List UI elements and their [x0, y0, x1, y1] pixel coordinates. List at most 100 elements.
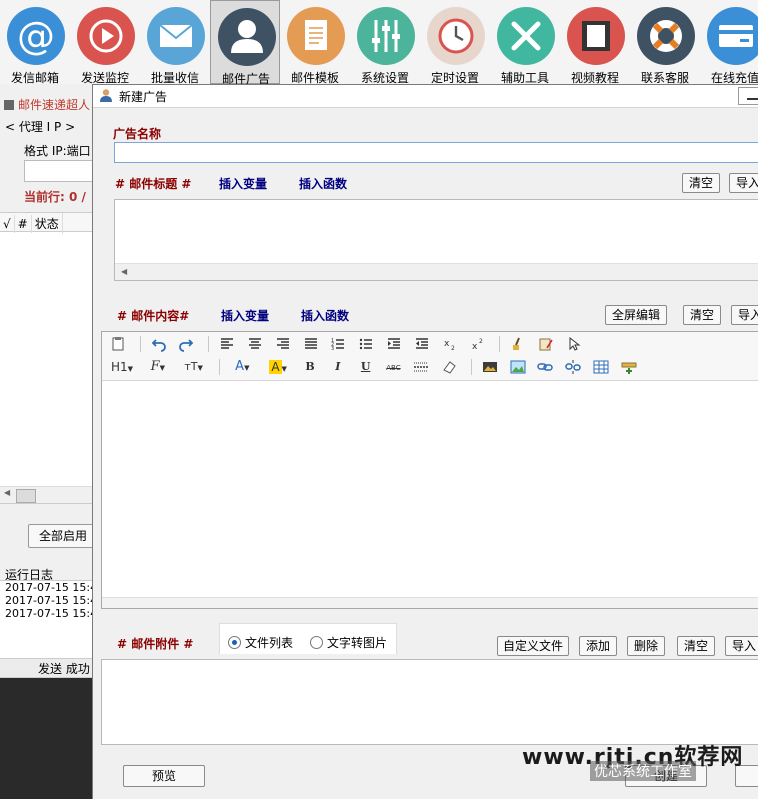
file-list-radio[interactable]: 文件列表: [228, 634, 293, 651]
new-ad-dialog: 新建广告 广告名称 # 邮件标题 # 插入变量 插入函数 清空 导入 ◀ # 邮…: [92, 84, 758, 799]
toolbar-label: 批量收信: [150, 71, 199, 85]
proxy-input[interactable]: [24, 160, 92, 182]
horizontal-rule-icon[interactable]: [411, 357, 431, 377]
paste-icon[interactable]: [108, 334, 128, 354]
heading-label: H1: [110, 360, 128, 374]
user-icon: [100, 89, 112, 102]
log-line: 2017-07-15 15:46: [5, 594, 92, 607]
eraser-icon[interactable]: [439, 357, 459, 377]
text-to-image-radio[interactable]: 文字转图片: [310, 634, 387, 651]
attachment-clear-button[interactable]: 清空: [677, 636, 715, 656]
toolbar-item-at-sign[interactable]: @ 发信邮箱: [0, 0, 70, 84]
sliders-icon: [356, 6, 416, 66]
attachment-add-button[interactable]: 添加: [579, 636, 617, 656]
editor-statusbar: [102, 597, 758, 608]
toolbar-item-sliders[interactable]: 系统设置: [350, 0, 420, 84]
scroll-left-arrow-icon[interactable]: ◀: [121, 267, 127, 276]
font-size-dropdown[interactable]: тT▼: [180, 357, 208, 377]
toolbar-item-lifebuoy[interactable]: 联系客服: [630, 0, 700, 84]
insert-table-icon[interactable]: [591, 357, 611, 377]
outdent-icon[interactable]: [412, 334, 432, 354]
align-center-icon[interactable]: [245, 334, 265, 354]
underline-button[interactable]: U: [356, 357, 376, 377]
toolbar-item-card[interactable]: 在线充值: [700, 0, 758, 84]
grid-col-check[interactable]: √: [0, 215, 15, 233]
toolbar-item-envelope[interactable]: 批量收信: [140, 0, 210, 84]
proxy-format-label: 格式 IP:端口: [24, 144, 91, 158]
toolbar-item-clock[interactable]: 定时设置: [420, 0, 490, 84]
content-import-button[interactable]: 导入: [731, 305, 758, 325]
strikethrough-button[interactable]: ABC: [383, 357, 403, 377]
grid-col-status[interactable]: 状态: [32, 213, 63, 234]
bold-label: B: [305, 360, 315, 373]
grid-col-index[interactable]: #: [15, 215, 32, 233]
main-toolbar: @ 发信邮箱 发送监控 批量收信 邮件广告 邮件模板 系统设置 定时设置 辅助工具 视频教程 联系客…: [0, 0, 758, 85]
toolbar-item-tools[interactable]: 辅助工具: [490, 0, 560, 84]
custom-file-button[interactable]: 自定义文件: [497, 636, 569, 656]
toolbar-item-film[interactable]: 视频教程: [560, 0, 630, 84]
attachment-list[interactable]: [101, 659, 758, 745]
scroll-thumb[interactable]: [16, 489, 36, 503]
toolbar-item-user[interactable]: 邮件广告: [210, 0, 280, 84]
app-header-icon: [4, 100, 14, 110]
minimize-button[interactable]: [738, 87, 758, 105]
subject-insert-function-link[interactable]: 插入函数: [299, 175, 347, 192]
attachment-import-button[interactable]: 导入: [725, 636, 758, 656]
subject-clear-button[interactable]: 清空: [682, 173, 720, 193]
dialog-titlebar[interactable]: 新建广告: [93, 85, 758, 108]
subject-insert-variable-link[interactable]: 插入变量: [219, 175, 267, 192]
font-color-dropdown[interactable]: A▼: [228, 357, 256, 377]
unlink-icon[interactable]: [563, 357, 583, 377]
toolbar-separator: [470, 359, 472, 375]
ad-name-input[interactable]: [114, 142, 758, 163]
format-brush-icon[interactable]: [508, 334, 528, 354]
content-insert-variable-link[interactable]: 插入变量: [221, 307, 269, 324]
insert-row-icon[interactable]: [619, 357, 639, 377]
log-line: 2017-07-15 15:46: [5, 581, 92, 594]
toolbar-item-document[interactable]: 邮件模板: [280, 0, 350, 84]
highlight-color-dropdown[interactable]: A ▼: [264, 357, 292, 377]
insert-link-icon[interactable]: [535, 357, 555, 377]
redo-icon[interactable]: [176, 334, 196, 354]
select-cursor-icon[interactable]: [564, 334, 584, 354]
subject-scrollbar[interactable]: ◀: [115, 263, 758, 280]
align-justify-icon[interactable]: [301, 334, 321, 354]
subject-import-button[interactable]: 导入: [729, 173, 758, 193]
toolbar-separator: [208, 336, 210, 352]
superscript-icon[interactable]: x2: [468, 334, 488, 354]
toolbar-item-play[interactable]: 发送监控: [70, 0, 140, 84]
italic-button[interactable]: I: [328, 357, 348, 377]
insert-image-icon[interactable]: [480, 357, 500, 377]
content-insert-function-link[interactable]: 插入函数: [301, 307, 349, 324]
subscript-icon[interactable]: x2: [440, 334, 460, 354]
scroll-left-arrow-icon[interactable]: ◀: [4, 488, 10, 497]
bold-button[interactable]: B: [300, 357, 320, 377]
ad-name-label: 广告名称: [113, 127, 162, 141]
subject-textarea[interactable]: ◀: [114, 199, 758, 281]
ordered-list-icon[interactable]: 123: [328, 334, 348, 354]
content-clear-button[interactable]: 清空: [683, 305, 721, 325]
radio-dot-selected[interactable]: [228, 636, 241, 649]
svg-text:3: 3: [331, 346, 334, 352]
enable-all-button[interactable]: 全部启用: [28, 524, 92, 548]
preview-button[interactable]: 预览: [123, 765, 205, 787]
proxy-grid[interactable]: √ # 状态 ◀: [0, 212, 92, 504]
undo-icon[interactable]: [149, 334, 169, 354]
proxy-grid-scrollbar[interactable]: ◀: [0, 486, 92, 503]
unordered-list-icon[interactable]: [356, 334, 376, 354]
attachment-delete-button[interactable]: 删除: [627, 636, 665, 656]
file-list-label: 文件列表: [245, 636, 294, 650]
font-family-dropdown[interactable]: F▼: [144, 357, 172, 377]
clear-format-icon[interactable]: [536, 334, 556, 354]
fullscreen-edit-button[interactable]: 全屏编辑: [605, 305, 667, 325]
heading-dropdown[interactable]: H1▼: [108, 357, 136, 377]
align-right-icon[interactable]: [273, 334, 293, 354]
radio-dot[interactable]: [310, 636, 323, 649]
proxy-grid-header: √ # 状态: [0, 213, 92, 234]
insert-picture-icon[interactable]: [508, 357, 528, 377]
rich-text-editor[interactable]: 123 x2 x2 H1▼ F▼ тT▼ A▼ A ▼ B I U ABC: [101, 331, 758, 609]
indent-icon[interactable]: [384, 334, 404, 354]
toolbar-label: 在线充值: [710, 71, 758, 85]
toolbar-label: 发送监控: [80, 71, 129, 85]
align-left-icon[interactable]: [217, 334, 237, 354]
